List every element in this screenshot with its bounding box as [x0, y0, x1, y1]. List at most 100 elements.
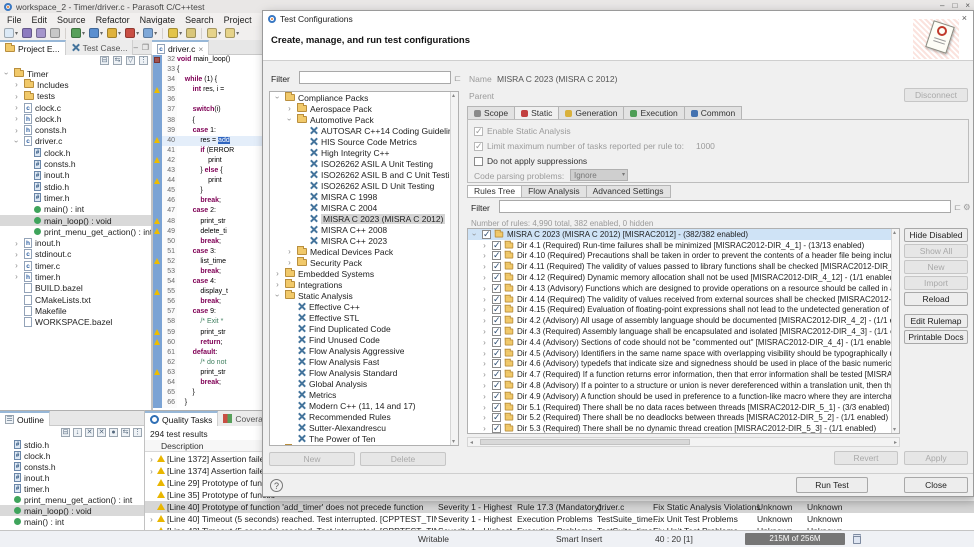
reload-button[interactable]: Reload	[904, 292, 968, 306]
menu-refactor[interactable]: Refactor	[91, 15, 135, 25]
configuration-item[interactable]: MISRA C 2023 (MISRA C 2012)	[270, 213, 458, 224]
configuration-item[interactable]: ›Aerospace Pack	[270, 103, 458, 114]
configuration-item[interactable]: ISO26262 ASIL A Unit Testing	[270, 158, 458, 169]
rule-checkbox[interactable]	[492, 338, 501, 347]
column-description[interactable]: Description	[161, 441, 204, 451]
quality-task-row[interactable]: [Line 40] Prototype of function 'add_tim…	[145, 501, 974, 513]
rule-checkbox[interactable]	[492, 413, 501, 422]
new-wizard-icon[interactable]: ▾	[3, 28, 19, 38]
outline-item[interactable]: timer.h	[0, 483, 145, 494]
rule-row[interactable]: ›Dir 4.6 (Advisory) typedefs that indica…	[468, 359, 899, 370]
limit-tasks-value[interactable]: 1000	[696, 141, 715, 151]
expander-icon[interactable]: ›	[12, 103, 21, 112]
expander-icon[interactable]: ›	[147, 515, 156, 524]
expander-icon[interactable]: ›	[12, 126, 21, 135]
tab-advanced-settings[interactable]: Advanced Settings	[586, 185, 671, 198]
revert-button[interactable]: Revert	[834, 451, 898, 465]
enable-static-checkbox[interactable]	[474, 127, 483, 136]
rule-row[interactable]: ›Dir 4.13 (Advisory) Functions which are…	[468, 283, 899, 294]
rule-row[interactable]: ›Dir 4.12 (Required) Dynamic memory allo…	[468, 272, 899, 283]
explorer-item[interactable]: WORKSPACE.bazel	[0, 317, 152, 328]
coverage-icon[interactable]: ▾	[124, 28, 140, 38]
rule-checkbox[interactable]	[492, 305, 501, 314]
explorer-item[interactable]: ›htimer.h	[0, 271, 152, 282]
rule-row[interactable]: ›Dir 4.4 (Advisory) Sections of code sho…	[468, 337, 899, 348]
rule-checkbox[interactable]	[492, 424, 501, 433]
rule-checkbox[interactable]	[492, 359, 501, 368]
help-icon[interactable]: ?	[270, 479, 283, 492]
disconnect-button[interactable]: Disconnect	[904, 88, 968, 102]
configuration-item[interactable]: ›Unit Testing	[270, 444, 458, 446]
configuration-item[interactable]: Find Unused Code	[270, 334, 458, 345]
configuration-item[interactable]: Flow Analysis Standard	[270, 367, 458, 378]
expander-icon[interactable]: ›	[480, 241, 489, 250]
configuration-item[interactable]: Effective STL	[270, 312, 458, 323]
garbage-collect-icon[interactable]	[853, 534, 861, 544]
expander-icon[interactable]: ›	[12, 261, 21, 270]
rules-filter-clear-icon[interactable]: ⊏	[954, 202, 961, 213]
explorer-item[interactable]: ›cclock.c	[0, 102, 152, 113]
rule-checkbox[interactable]	[492, 262, 501, 271]
configuration-item[interactable]: HIS Source Code Metrics	[270, 136, 458, 147]
expander-icon[interactable]: ›	[480, 262, 489, 271]
explorer-item[interactable]: main_loop() : void	[0, 215, 152, 226]
expander-icon[interactable]: ›	[273, 269, 282, 278]
dialog-new-button[interactable]: New	[269, 452, 355, 466]
view-menu-icon[interactable]: ⋮	[139, 56, 148, 65]
rule-checkbox[interactable]	[492, 273, 501, 282]
link-icon[interactable]: ⇆	[121, 428, 130, 437]
expander-icon[interactable]: ›	[480, 251, 489, 260]
expander-icon[interactable]: ›	[480, 381, 489, 390]
profile-icon[interactable]: ▾	[106, 28, 122, 38]
tab-test-case-explorer[interactable]: Test Case...	[66, 40, 134, 55]
focus-icon[interactable]: ●	[109, 428, 118, 437]
configuration-item[interactable]: MISRA C++ 2008	[270, 224, 458, 235]
expander-icon[interactable]: ›	[285, 115, 294, 124]
dropdown-icon[interactable]: ▾	[154, 30, 157, 37]
hide-static-icon[interactable]: ✕	[97, 428, 106, 437]
explorer-item[interactable]: ›Timer	[0, 68, 152, 79]
outline-item[interactable]: clock.h	[0, 450, 145, 461]
rule-checkbox[interactable]	[492, 251, 501, 260]
tab-execution[interactable]: Execution	[623, 106, 683, 120]
rule-checkbox[interactable]	[492, 316, 501, 325]
rule-row[interactable]: ›Dir 5.3 (Required) There shall be no dy…	[468, 423, 899, 434]
outline-item[interactable]: print_menu_get_action() : int	[0, 494, 145, 505]
explorer-item[interactable]: timer.h	[0, 192, 152, 203]
expander-icon[interactable]: ›	[480, 392, 489, 401]
expander-icon[interactable]: ›	[285, 258, 294, 267]
collapse-all-icon[interactable]: ⊟	[61, 428, 70, 437]
expander-icon[interactable]: ›	[12, 239, 21, 248]
rule-row[interactable]: ›Dir 5.2 (Required) There shall be no de…	[468, 413, 899, 424]
menu-source[interactable]: Source	[52, 15, 91, 25]
expander-icon[interactable]: ›	[2, 69, 11, 78]
hide-fields-icon[interactable]: ✕	[85, 428, 94, 437]
limit-tasks-checkbox[interactable]	[474, 142, 483, 151]
dropdown-icon[interactable]: ▾	[15, 30, 18, 37]
expander-icon[interactable]: ›	[12, 137, 21, 146]
code-parsing-select[interactable]: Ignore	[570, 169, 628, 181]
menu-edit[interactable]: Edit	[27, 15, 53, 25]
outline-item[interactable]: consts.h	[0, 461, 145, 472]
configuration-item[interactable]: ISO26262 ASIL D Unit Testing	[270, 180, 458, 191]
rule-row[interactable]: ›Dir 4.15 (Required) Evaluation of float…	[468, 305, 899, 316]
rule-row[interactable]: ›Dir 4.3 (Required) Assembly language sh…	[468, 326, 899, 337]
expander-icon[interactable]: ›	[273, 280, 282, 289]
dropdown-icon[interactable]: ▾	[236, 30, 239, 37]
rule-row[interactable]: ›Dir 4.14 (Required) The validity of val…	[468, 294, 899, 305]
explorer-item[interactable]: ›cstdinout.c	[0, 249, 152, 260]
rule-row[interactable]: ›Dir 4.11 (Required) The validity of val…	[468, 261, 899, 272]
rule-row[interactable]: ›Dir 5.1 (Required) There shall be no da…	[468, 402, 899, 413]
configuration-item[interactable]: Sutter-Alexandrescu	[270, 422, 458, 433]
dialog-close-icon[interactable]: ×	[962, 13, 967, 23]
rule-checkbox[interactable]	[492, 284, 501, 293]
rule-checkbox[interactable]	[492, 370, 501, 379]
explorer-item[interactable]: consts.h	[0, 158, 152, 169]
tab-project-explorer[interactable]: Project E...	[0, 40, 66, 55]
search-icon[interactable]: ▾	[142, 28, 158, 38]
expander-icon[interactable]: ›	[12, 114, 21, 123]
rule-row[interactable]: ›Dir 4.7 (Required) If a function return…	[468, 369, 899, 380]
explorer-item[interactable]: ›hconsts.h	[0, 124, 152, 135]
tab-outline[interactable]: ☰ Outline	[0, 411, 50, 426]
expander-icon[interactable]: ›	[12, 250, 21, 259]
